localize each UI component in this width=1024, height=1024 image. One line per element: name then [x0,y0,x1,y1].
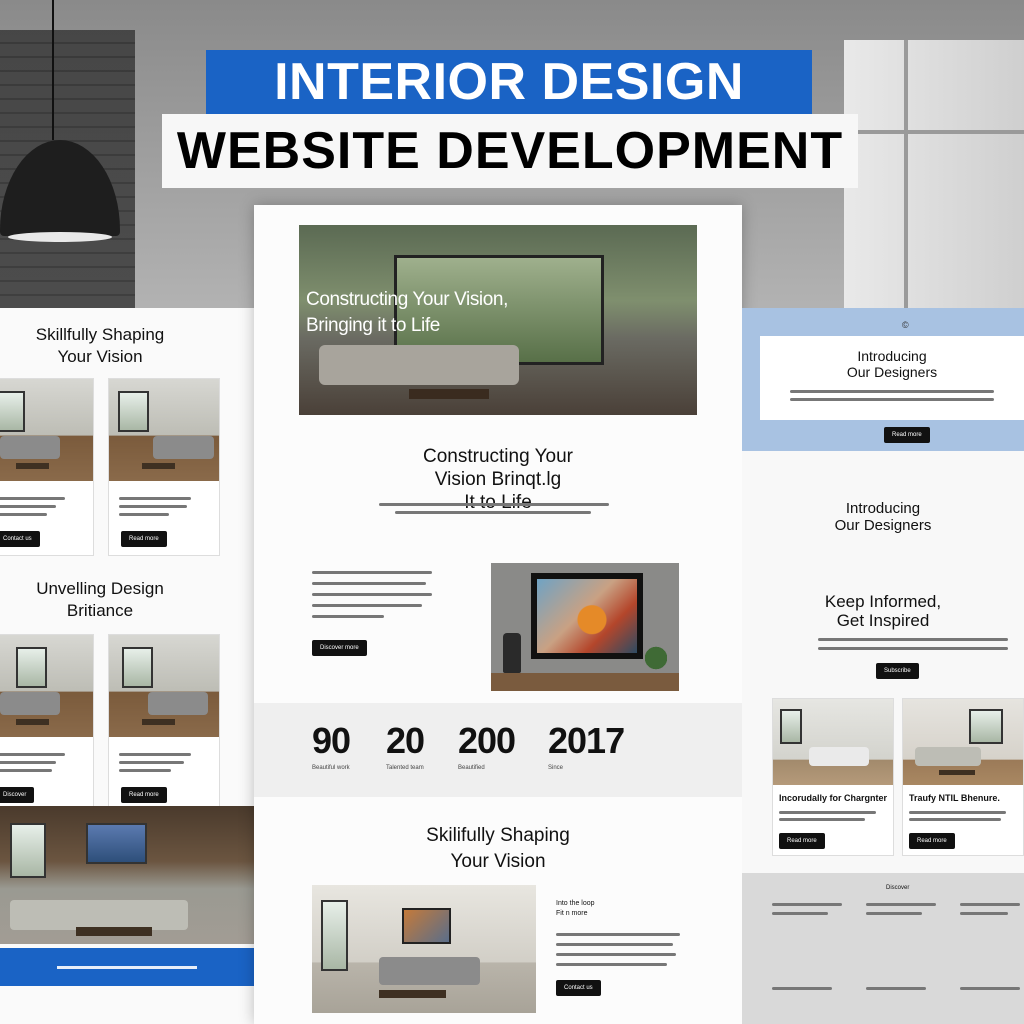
contact-button[interactable]: Contact us [556,980,601,996]
stat-item: 200 Beautified [458,720,516,772]
stat-label: Talented team [386,765,424,771]
room-photo [903,699,1023,785]
right-heading-3-line2: Get Inspired [836,611,930,630]
hero-title-line2: Bringing it to Life [306,315,440,336]
stat-label: Beautiful work [312,765,350,771]
side-title-line2: Fit n more [556,910,588,917]
card-title: Traufy NTIL Bhenure. [909,793,1000,803]
banner-title: INTERIOR DESIGN [206,50,812,114]
center-subtext [379,503,609,514]
right-page-mockup: © Introducing Our Designers Read more In… [742,308,1024,1024]
stat-value: 2017 [548,720,625,761]
stats-strip: 90 Beautiful work 20 Talented team 200 B… [254,703,742,797]
card-title: Incorudally for Chargnter [779,793,888,803]
room-photo [0,635,93,737]
right-card-row: Incorudally for Chargnter Read more Trau… [772,698,1024,856]
living-room-photo [0,806,254,944]
intro-card-heading-line1: Introducing [857,348,927,364]
read-more-button[interactable]: Read more [779,833,825,849]
hero-title: Constructing Your Vision, Bringing it to… [306,287,508,339]
stat-item: 2017 Since [548,720,625,772]
read-more-button[interactable]: Read more [884,427,930,443]
hero-title-line1: Constructing Your Vision, [306,289,508,310]
right-heading-3: Keep Informed, Get Inspired [742,592,1024,630]
stat-item: 20 Talented team [386,720,425,772]
left-heading-1-line2: Your Vision [57,347,143,366]
room-photo [109,635,219,737]
discover-more-button[interactable]: Discover more [312,640,367,656]
center-section-heading-line2: Your Vision [450,851,546,872]
stat-label: Beautified [458,765,485,771]
banner-subtitle: WEBSITE DEVELOPMENT [162,114,858,188]
right-card: Traufy NTIL Bhenure. Read more [902,698,1024,856]
contact-button[interactable]: Contact us [0,531,40,547]
center-paragraph: Discover more [312,571,432,656]
footer-heading: Discover [886,885,910,891]
left-heading-2-line2: Britiance [66,601,134,620]
left-heading-1-line1: Skillfully Shaping [35,325,165,344]
side-title-line1: Into the loop [556,900,595,907]
right-intro-card: Introducing Our Designers [760,336,1024,420]
room-photo [109,379,219,481]
room-photo [0,379,93,481]
stat-label: Since [548,765,564,771]
center-heading-line2: Vision Brinqt.lg [434,469,562,490]
intro-card-heading-line2: Our Designers [846,364,938,380]
right-heading-2-line1: Introducing [845,500,921,517]
left-card: Read more [108,378,220,556]
center-page-mockup: Constructing Your Vision, Bringing it to… [254,205,742,1024]
right-heading-2-line2: Our Designers [834,517,932,534]
center-section-heading-line1: Skilifully Shaping [426,825,570,846]
right-card: Incorudally for Chargnter Read more [772,698,894,856]
left-card: Discover [0,634,94,812]
left-card: Contact us [0,378,94,556]
stat-value: 90 [312,720,351,761]
left-heading-2-line1: Unvelling Design [36,579,164,598]
left-card: Read more [108,634,220,812]
logo-icon[interactable]: © [902,320,909,330]
right-heading-3-line1: Keep Informed, [824,592,942,611]
left-page-mockup: Skillfully Shaping Your Vision Contact u… [0,308,254,1024]
read-more-button[interactable]: Read more [121,787,167,803]
left-card-row-1: Contact us Read more [0,378,220,556]
stat-value: 200 [458,720,516,761]
right-heading-2: Introducing Our Designers [742,500,1024,534]
right-footer: Discover [742,873,1024,1024]
left-heading-1: Skillfully Shaping Your Vision [0,324,200,368]
left-footer-bar [0,948,254,986]
center-heading-line1: Constructing Your [423,446,573,467]
stat-item: 90 Beautiful work [312,720,351,772]
right-subtext [818,638,1008,650]
center-section-heading: Skilifully Shaping Your Vision [254,823,742,875]
lamp-cord [52,0,54,140]
read-more-button[interactable]: Read more [121,531,167,547]
subscribe-button[interactable]: Subscribe [876,663,919,679]
discover-button[interactable]: Discover [0,787,35,803]
stat-value: 20 [386,720,425,761]
center-side-text: Into the loop Fit n more Contact us [556,899,686,996]
left-heading-2: Unvelling Design Britiance [0,578,200,622]
living-room-photo [312,885,536,1013]
background-window [844,40,1024,320]
read-more-button[interactable]: Read more [909,833,955,849]
room-photo [773,699,893,785]
artwork-photo [491,563,679,691]
left-card-row-2: Discover Read more [0,634,220,812]
